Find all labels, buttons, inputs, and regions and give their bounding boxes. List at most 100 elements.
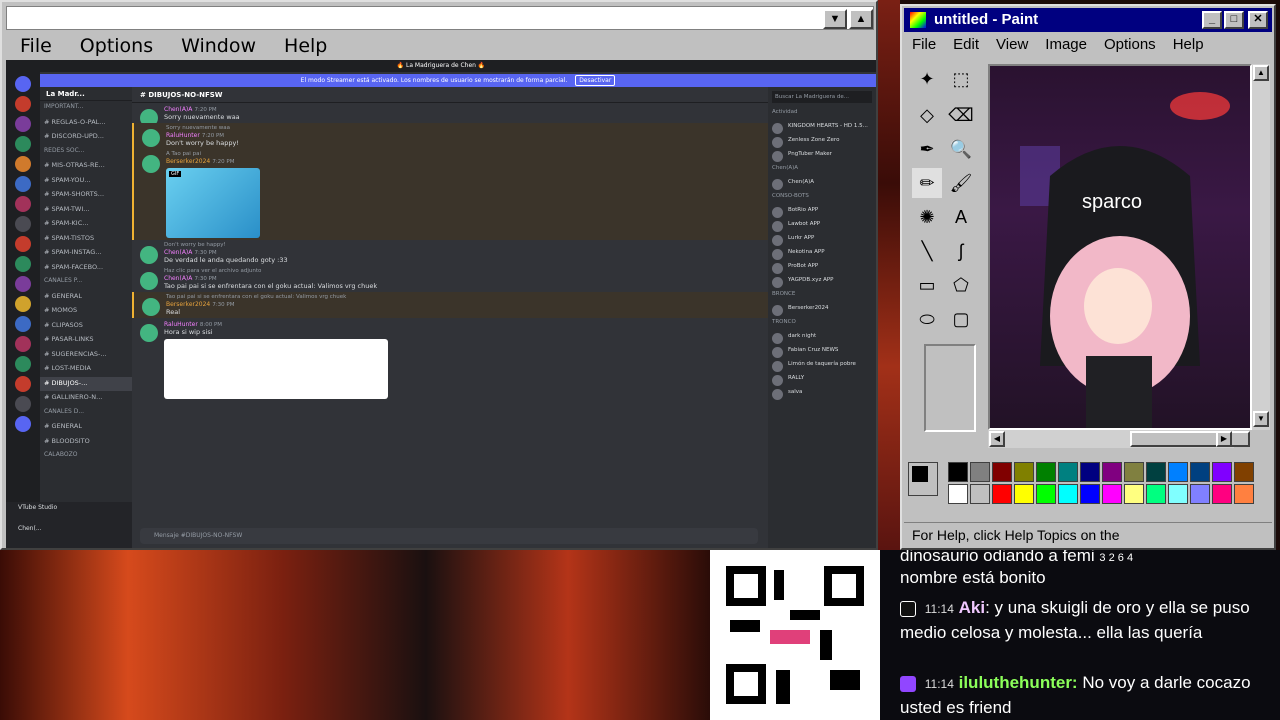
color-swatch[interactable] <box>970 484 990 504</box>
channel-item[interactable]: # LOST-MEDIA <box>40 362 132 377</box>
pencil-icon[interactable]: ✏ <box>912 168 942 198</box>
server-name[interactable]: La Madr... <box>40 87 132 101</box>
search-input[interactable]: Buscar La Madriguera de... <box>772 91 872 103</box>
color-swatch[interactable] <box>1234 484 1254 504</box>
member-item[interactable]: Berserker2024 <box>768 303 876 317</box>
free-select-icon[interactable]: ✦ <box>912 64 942 94</box>
author-name[interactable]: Chen(A)A <box>164 249 192 256</box>
channel-item[interactable]: # GENERAL <box>40 420 132 435</box>
server-icon[interactable] <box>15 216 31 232</box>
eraser-icon[interactable]: ◇ <box>912 100 942 130</box>
current-colors[interactable] <box>908 462 938 496</box>
curve-icon[interactable]: ʃ <box>946 236 976 266</box>
color-swatch[interactable] <box>992 484 1012 504</box>
channel-item[interactable]: # SPAM-TWI... <box>40 203 132 218</box>
avatar[interactable] <box>140 272 158 290</box>
server-icon[interactable] <box>15 376 31 392</box>
menu-options[interactable]: Options <box>80 35 153 57</box>
deactivate-button[interactable]: Desactivar <box>575 75 616 86</box>
color-swatch[interactable] <box>992 462 1012 482</box>
avatar[interactable] <box>140 324 158 342</box>
color-swatch[interactable] <box>948 462 968 482</box>
color-swatch[interactable] <box>1102 462 1122 482</box>
server-icon[interactable] <box>15 196 31 212</box>
chat-message[interactable]: Sorry nuevamente waa RaluHunter 7:20 PM Do… <box>132 123 768 149</box>
member-item[interactable]: ProBot APP <box>768 261 876 275</box>
menu-help[interactable]: Help <box>284 35 327 57</box>
channel-item[interactable]: # GALLINERO-N... <box>40 391 132 406</box>
member-item[interactable]: RALLY <box>768 373 876 387</box>
author-name[interactable]: Chen(A)A <box>164 275 192 282</box>
server-icon[interactable] <box>15 336 31 352</box>
member-item[interactable]: KINGDOM HEARTS - HD 1.5... <box>768 121 876 135</box>
rect-select-icon[interactable]: ⬚ <box>946 64 976 94</box>
chat-message[interactable]: Don't worry be happy! Chen(A)A 7:30 PM De … <box>132 240 768 266</box>
rounded-rect-icon[interactable]: ▢ <box>946 304 976 334</box>
channel-item[interactable]: # MIS-OTRAS-RE... <box>40 159 132 174</box>
line-icon[interactable]: ╲ <box>912 236 942 266</box>
author-name[interactable]: Berserker2024 <box>166 301 210 308</box>
member-item[interactable]: Nekotina APP <box>768 247 876 261</box>
member-item[interactable]: salva <box>768 387 876 401</box>
avatar[interactable] <box>140 246 158 264</box>
rectangle-icon[interactable]: ▭ <box>912 270 942 300</box>
color-swatch[interactable] <box>1080 462 1100 482</box>
chat-message[interactable]: RaluHunter 8:00 PM Hora si wip sisi <box>132 318 768 401</box>
color-swatch[interactable] <box>1014 484 1034 504</box>
server-icon[interactable] <box>15 396 31 412</box>
message-composer[interactable]: Mensaje #DIBUJOS-NO-NFSW <box>140 528 758 544</box>
server-icon[interactable] <box>15 356 31 372</box>
server-icon[interactable] <box>15 76 31 92</box>
paint-canvas[interactable]: sparco <box>988 64 1252 430</box>
member-item[interactable]: Fabian Cruz NEWS <box>768 345 876 359</box>
polygon-icon[interactable]: ⬠ <box>946 270 976 300</box>
scroll-thumb[interactable] <box>1130 431 1250 447</box>
channel-category[interactable]: CANALES P... <box>40 275 132 290</box>
author-name[interactable]: Chen(A)A <box>164 106 192 113</box>
vtube-studio-label[interactable]: VTube Studio <box>6 502 132 513</box>
server-icon[interactable] <box>15 296 31 312</box>
avatar[interactable] <box>142 129 160 147</box>
channel-category[interactable]: CALABOZO <box>40 449 132 464</box>
user-name[interactable]: Chen(... <box>6 523 132 534</box>
member-item[interactable]: Zenless Zone Zero <box>768 135 876 149</box>
scroll-down-arrow-icon[interactable]: ▼ <box>1253 411 1269 427</box>
color-swatch[interactable] <box>948 484 968 504</box>
channel-item[interactable]: # DISCORD-UPD... <box>40 130 132 145</box>
color-swatch[interactable] <box>1212 484 1232 504</box>
channel-item[interactable]: # SPAM-TISTOS <box>40 232 132 247</box>
server-icon[interactable] <box>15 416 31 432</box>
channel-item[interactable]: # GENERAL <box>40 290 132 305</box>
member-item[interactable]: dark night <box>768 331 876 345</box>
member-item[interactable]: Chen(A)A <box>768 177 876 191</box>
color-swatch[interactable] <box>1058 484 1078 504</box>
ellipse-icon[interactable]: ⬭ <box>912 304 942 334</box>
channel-item[interactable]: # SPAM-KIC... <box>40 217 132 232</box>
scroll-down-button[interactable]: ▼ <box>823 9 847 29</box>
channel-category[interactable]: REDES SOC... <box>40 145 132 160</box>
minimize-button[interactable]: _ <box>1202 11 1222 29</box>
channel-item[interactable]: # SPAM-SHORTS... <box>40 188 132 203</box>
author-name[interactable]: RaluHunter <box>166 132 200 139</box>
scroll-up-button[interactable]: ▲ <box>849 9 873 29</box>
paint-menu-edit[interactable]: Edit <box>953 36 979 53</box>
color-swatch[interactable] <box>1146 484 1166 504</box>
scroll-left-arrow-icon[interactable]: ◀ <box>989 431 1005 447</box>
server-icon[interactable] <box>15 276 31 292</box>
channel-item[interactable]: # SPAM-INSTAG... <box>40 246 132 261</box>
brush-icon[interactable]: 🖌 <box>946 168 976 198</box>
color-swatch[interactable] <box>1014 462 1034 482</box>
paint-menu-image[interactable]: Image <box>1045 36 1087 53</box>
server-icon[interactable] <box>15 136 31 152</box>
color-swatch[interactable] <box>1168 462 1188 482</box>
author-name[interactable]: Berserker2024 <box>166 158 210 165</box>
chat-message[interactable]: Chen(A)A 7:20 PM Sorry nuevamente waa <box>132 103 768 127</box>
avatar[interactable] <box>142 155 160 173</box>
image-attachment[interactable] <box>164 339 388 399</box>
text-icon[interactable]: A <box>946 202 976 232</box>
magnifier-icon[interactable]: 🔍 <box>946 134 976 164</box>
paint-menu-file[interactable]: File <box>912 36 936 53</box>
channel-item[interactable]: # PASAR-LINKS <box>40 333 132 348</box>
color-swatch[interactable] <box>1036 484 1056 504</box>
gif-attachment[interactable]: GIF <box>166 168 260 238</box>
